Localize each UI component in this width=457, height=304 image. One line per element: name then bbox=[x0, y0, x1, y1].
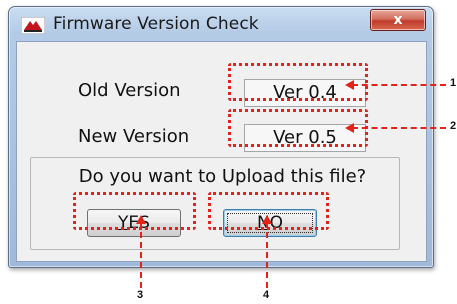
annotation-box-3 bbox=[73, 192, 196, 230]
annotation-callout-2: 2 bbox=[450, 120, 457, 132]
annotation-arrow-3 bbox=[136, 215, 146, 224]
annotation-line-1 bbox=[352, 84, 446, 86]
annotation-box-4 bbox=[208, 192, 329, 230]
annotation-line-3 bbox=[140, 222, 142, 288]
window-title: Firmware Version Check bbox=[53, 14, 259, 34]
annotation-arrow-1 bbox=[345, 80, 354, 90]
title-bar[interactable]: Firmware Version Check x bbox=[9, 7, 433, 41]
annotation-callout-3: 3 bbox=[137, 289, 144, 301]
annotation-line-4 bbox=[266, 222, 268, 288]
annotation-callout-1: 1 bbox=[450, 77, 457, 89]
close-button[interactable]: x bbox=[370, 9, 426, 31]
annotation-arrow-2 bbox=[345, 123, 354, 133]
annotation-arrow-4 bbox=[262, 215, 272, 224]
annotation-callout-4: 4 bbox=[263, 289, 270, 301]
close-icon: x bbox=[393, 12, 403, 28]
app-logo-icon bbox=[21, 17, 45, 34]
annotation-line-2 bbox=[352, 127, 446, 129]
upload-question: Do you want to Upload this file? bbox=[78, 166, 367, 187]
new-version-label: New Version bbox=[78, 126, 190, 147]
old-version-label: Old Version bbox=[78, 80, 181, 101]
